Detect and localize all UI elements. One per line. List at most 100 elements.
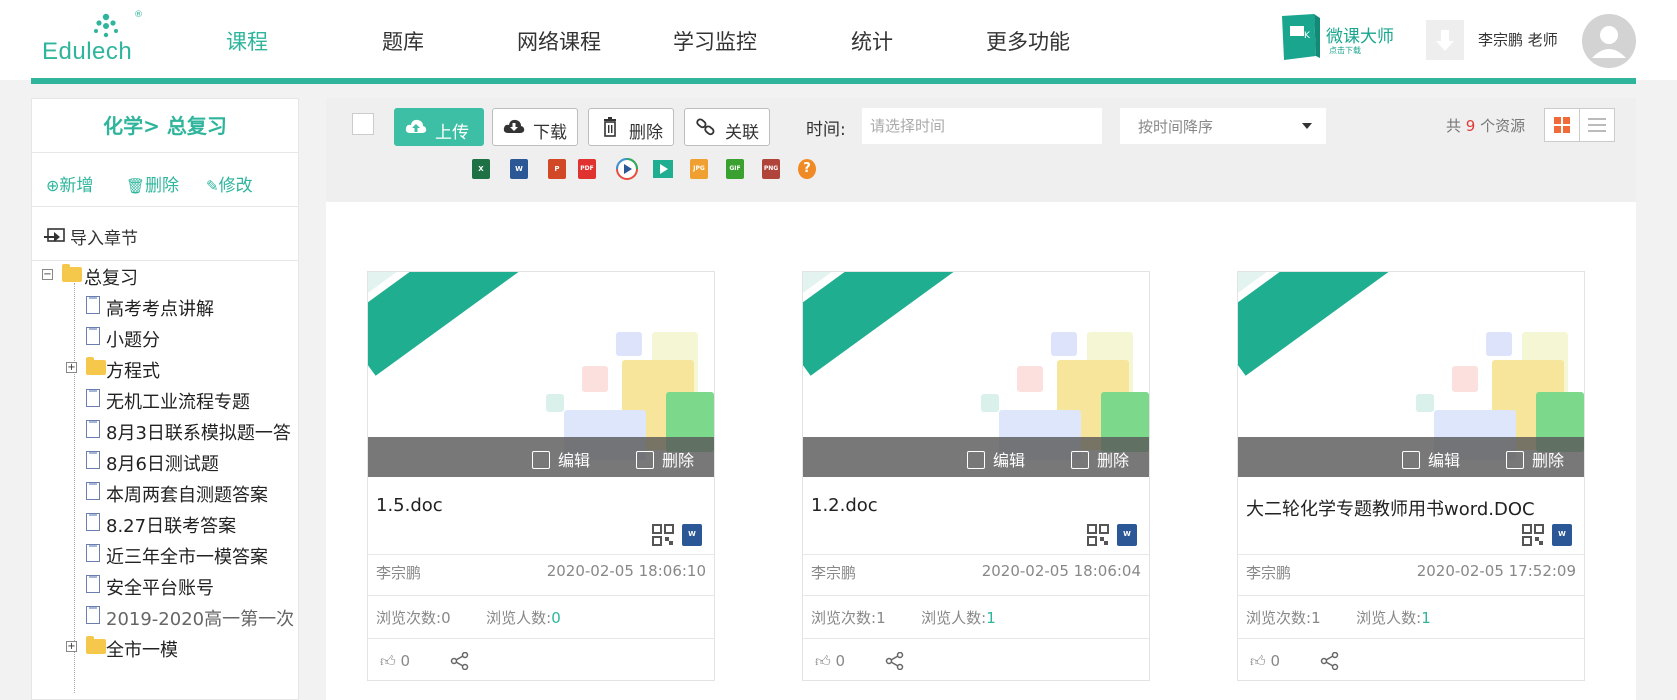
nav-online-course[interactable]: 网络课程 xyxy=(517,26,601,56)
upload-timestamp: 2020-02-05 17:52:09 xyxy=(1416,562,1576,580)
divider xyxy=(1238,554,1584,555)
media-player-icon xyxy=(616,158,638,180)
gif-filter-icon[interactable]: GIF xyxy=(724,158,746,180)
link-button[interactable]: 关联 xyxy=(684,108,770,146)
chapter-sidebar: 化学> 总复习 ⊕新增 🗑︎删除 ✎修改 导入章节 − 总复习 高考考点讲解 小… xyxy=(31,98,299,700)
card-thumbnail[interactable]: Word 编辑 删除 xyxy=(1238,272,1584,477)
grid-view-icon xyxy=(1554,117,1570,133)
file-name[interactable]: 1.2.doc xyxy=(811,495,878,516)
delete-button[interactable]: 删除 xyxy=(588,108,674,146)
download-button[interactable]: 下载 xyxy=(492,108,578,146)
document-icon xyxy=(86,389,100,407)
edit-label: 编辑 xyxy=(558,451,591,470)
qr-code-icon[interactable] xyxy=(1522,524,1544,546)
delete-chapter-button[interactable]: 🗑︎删除 xyxy=(126,171,179,196)
edit-resource-button[interactable]: 编辑 xyxy=(1402,447,1460,471)
document-icon xyxy=(86,451,100,469)
tree-node-label: 总复习 xyxy=(84,268,138,289)
word-ribbon xyxy=(368,272,619,376)
import-chapter-label: 导入章节 xyxy=(70,229,138,249)
resource-card[interactable]: Word 编辑 删除 1.2.doc W 李宗鹏 2020-02-05 18:0… xyxy=(802,271,1150,681)
word-badge: W xyxy=(682,524,702,546)
edit-icon xyxy=(967,451,985,469)
video-filter-icon[interactable] xyxy=(652,158,674,180)
resource-card[interactable]: Word 编辑 删除 大二轮化学专题教师用书word.DOC W 李宗鹏 202… xyxy=(1237,271,1585,681)
time-filter-input[interactable] xyxy=(862,108,1102,144)
jpg-filter-icon[interactable]: JPG xyxy=(688,158,710,180)
upload-button[interactable]: 上传 xyxy=(394,108,484,146)
like-button[interactable]: 👍︎ 0 xyxy=(1250,652,1280,671)
nav-question-bank[interactable]: 题库 xyxy=(382,26,424,56)
word-badge: W xyxy=(1117,524,1137,546)
divider xyxy=(1238,638,1584,639)
author-name: 李宗鹏 xyxy=(811,564,857,582)
word-ribbon xyxy=(1238,272,1489,376)
share-icon[interactable] xyxy=(885,652,905,670)
gif-badge: GIF xyxy=(726,159,744,179)
png-filter-icon[interactable]: PNG xyxy=(760,158,782,180)
edutech-logo[interactable]: Edulech ® xyxy=(42,10,152,68)
delete-resource-button[interactable]: 删除 xyxy=(636,447,694,471)
share-icon[interactable] xyxy=(450,652,470,670)
expand-icon[interactable]: + xyxy=(66,641,77,652)
media-filter-icon[interactable] xyxy=(616,158,638,180)
resource-card[interactable]: Word 编辑 删除 1.5.doc W 李宗鹏 2020-02-05 18:0… xyxy=(367,271,715,681)
excel-filter-icon[interactable]: X xyxy=(470,158,492,180)
other-filter-icon[interactable]: ? xyxy=(796,158,818,180)
like-button[interactable]: 👍︎ 0 xyxy=(815,652,845,671)
divider xyxy=(368,638,714,639)
resource-count: 共 9 个资源 xyxy=(1446,115,1525,136)
viewers-label: 浏览人数: xyxy=(486,609,552,627)
nav-statistics[interactable]: 统计 xyxy=(851,26,893,56)
tree-guide-line xyxy=(74,283,75,693)
expand-icon[interactable]: + xyxy=(66,362,77,373)
nav-learning-monitor[interactable]: 学习监控 xyxy=(673,26,757,56)
edit-label: 修改 xyxy=(218,176,253,196)
sidebar-title: 化学> 总复习 xyxy=(32,99,298,153)
ppt-filter-icon[interactable]: P xyxy=(546,158,568,180)
qr-code-icon[interactable] xyxy=(652,524,674,546)
edit-resource-button[interactable]: 编辑 xyxy=(967,447,1025,471)
grid-view-button[interactable] xyxy=(1544,108,1580,142)
select-all-checkbox[interactable] xyxy=(352,113,374,135)
folder-icon xyxy=(86,357,106,375)
sort-order-dropdown[interactable]: 按时间降序 xyxy=(1120,108,1326,144)
file-name[interactable]: 1.5.doc xyxy=(376,495,443,516)
import-chapter-button[interactable]: 导入章节 xyxy=(32,207,298,261)
user-name[interactable]: 李宗鹏 老师 xyxy=(1478,29,1558,50)
qr-code-icon[interactable] xyxy=(1087,524,1109,546)
delete-resource-button[interactable]: 删除 xyxy=(1071,447,1129,471)
viewers-count: 1 xyxy=(986,609,996,627)
delete-label: 删除 xyxy=(145,176,180,196)
download-arrow-button[interactable] xyxy=(1426,20,1464,60)
word-filter-icon[interactable]: W xyxy=(508,158,530,180)
cloud-download-icon xyxy=(503,119,525,133)
pdf-filter-icon[interactable]: PDF xyxy=(576,158,598,180)
views-label: 浏览次数: xyxy=(811,609,877,627)
tree-node-label: 本周两套自测题答案 xyxy=(106,485,268,506)
avatar-person-icon xyxy=(1592,26,1626,58)
edit-chapter-button[interactable]: ✎修改 xyxy=(206,171,253,196)
divider xyxy=(803,595,1149,596)
viewers-count: 1 xyxy=(1421,609,1431,627)
add-chapter-button[interactable]: ⊕新增 xyxy=(46,171,93,196)
nav-course[interactable]: 课程 xyxy=(226,26,268,56)
collapse-icon[interactable]: − xyxy=(42,269,53,280)
card-thumbnail[interactable]: Word 编辑 删除 xyxy=(803,272,1149,477)
folder-icon xyxy=(86,636,106,654)
document-icon xyxy=(86,575,100,593)
weike-master-download[interactable]: K 微课大师 点击下载 xyxy=(1278,10,1408,64)
card-thumbnail[interactable]: Word 编辑 删除 xyxy=(368,272,714,477)
like-button[interactable]: 👍︎ 0 xyxy=(380,652,410,671)
share-icon[interactable] xyxy=(1320,652,1340,670)
edit-resource-button[interactable]: 编辑 xyxy=(532,447,590,471)
avatar[interactable] xyxy=(1582,14,1636,68)
file-name[interactable]: 大二轮化学专题教师用书word.DOC xyxy=(1246,495,1535,521)
views-count: 0 xyxy=(441,609,451,627)
list-view-button[interactable] xyxy=(1579,108,1615,142)
delete-resource-button[interactable]: 删除 xyxy=(1506,447,1564,471)
word-ribbon xyxy=(803,272,1054,376)
plus-circle-icon: ⊕ xyxy=(46,176,60,195)
decor-square xyxy=(616,332,642,356)
nav-more-features[interactable]: 更多功能 xyxy=(986,26,1070,56)
